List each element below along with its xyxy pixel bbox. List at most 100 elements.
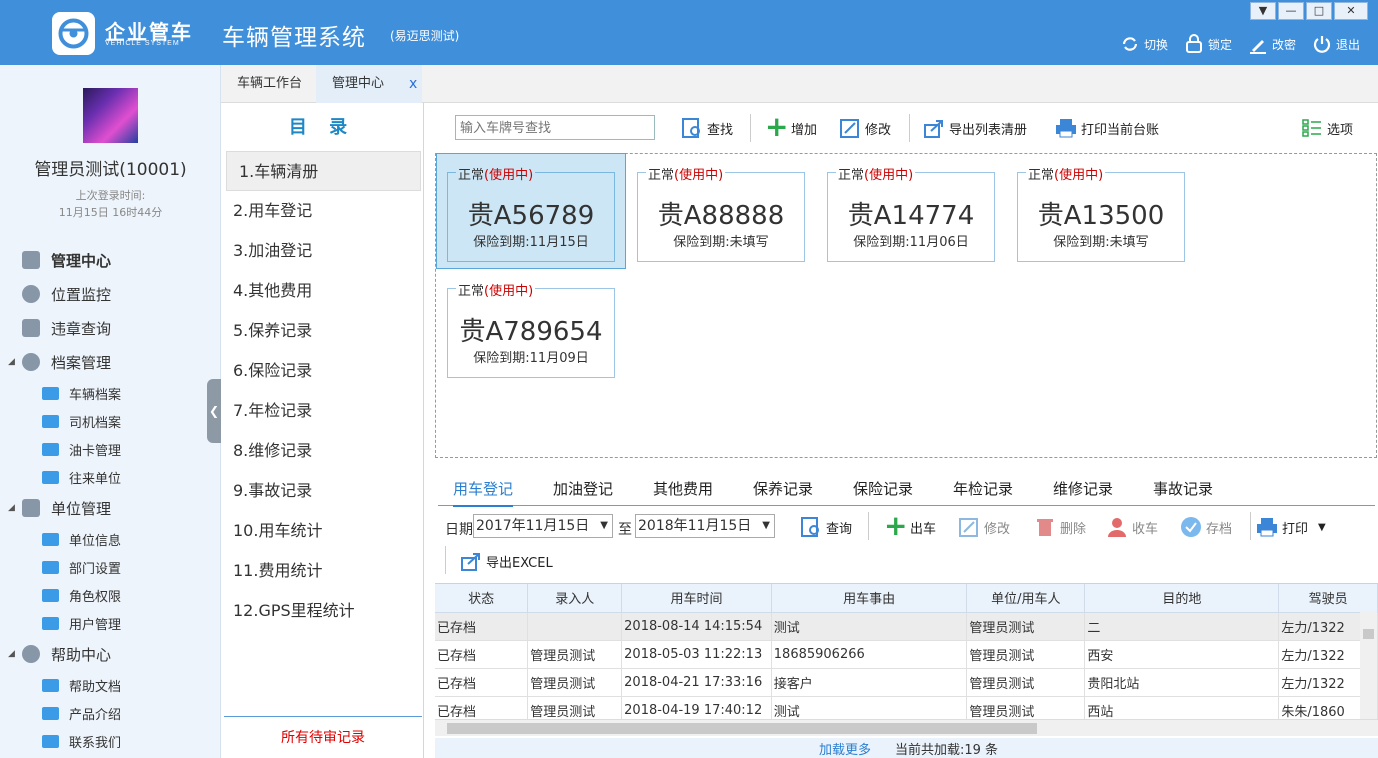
return-vehicle-button[interactable]: 收车 — [1106, 514, 1158, 540]
sidebar-item-partners[interactable]: 往来单位 — [0, 463, 221, 491]
load-more-link[interactable]: 加载更多 — [819, 739, 871, 758]
vehicle-insurance: 保险到期:未填写 — [1053, 235, 1149, 250]
table-row[interactable]: 已存档 2018-08-14 14:15:54 测试 管理员测试二左力/1322 — [435, 612, 1378, 641]
directory-item[interactable]: 10.用车统计 — [221, 511, 423, 551]
add-button[interactable]: + 增加 — [765, 113, 817, 143]
sidebar-group-unit[interactable]: ◢ 单位管理 — [0, 491, 221, 525]
directory-panel: 目 录 1.车辆清册 2.用车登记 3.加油登记 4.其他费用 5.保养记录 6… — [221, 103, 424, 758]
plate-search-input[interactable] — [455, 115, 655, 140]
sidebar-item-driver-archive[interactable]: 司机档案 — [0, 407, 221, 435]
directory-item[interactable]: 3.加油登记 — [221, 231, 423, 271]
directory-item[interactable]: 1.车辆清册 — [226, 151, 421, 191]
tab-other-fees[interactable]: 其他费用 — [653, 478, 713, 499]
record-edit-button[interactable]: 修改 — [958, 514, 1010, 540]
checkout-button[interactable]: + 出车 — [884, 509, 936, 542]
tab-workbench[interactable]: 车辆工作台 — [221, 65, 318, 103]
expand-arrow-icon: ◢ — [8, 357, 15, 367]
date-to-select[interactable]: 2018年11月15日 ▼ — [635, 514, 775, 538]
options-button[interactable]: 选项 — [1301, 113, 1353, 143]
lock-icon — [1184, 34, 1204, 54]
export-list-button[interactable]: 导出列表清册 — [923, 113, 1027, 143]
logout-button[interactable]: 退出 — [1312, 34, 1360, 54]
lock-button[interactable]: 锁定 — [1184, 34, 1232, 54]
maximize-button[interactable]: □ — [1306, 2, 1332, 20]
column-header[interactable]: 目的地 — [1084, 584, 1280, 613]
plus-icon: + — [884, 509, 908, 542]
sidebar-item-product[interactable]: 产品介绍 — [0, 699, 221, 727]
directory-item[interactable]: 11.费用统计 — [221, 551, 423, 591]
tab-insurance[interactable]: 保险记录 — [853, 478, 913, 499]
directory-item[interactable]: 12.GPS里程统计 — [221, 591, 423, 631]
minimize-button[interactable]: — — [1278, 2, 1304, 20]
edit-button[interactable]: 修改 — [839, 113, 891, 143]
sidebar-group-archive[interactable]: ◢ 档案管理 — [0, 345, 221, 379]
sidebar-item-roles[interactable]: 角色权限 — [0, 581, 221, 609]
system-title: 车辆管理系统 — [222, 25, 366, 51]
query-button[interactable]: 查询 — [800, 514, 852, 540]
table-row[interactable]: 已存档 管理员测试 2018-04-21 17:33:16 接客户 管理员测试 贵阳北站左… — [435, 668, 1378, 697]
sidebar-item-departments[interactable]: 部门设置 — [0, 553, 221, 581]
vehicle-card[interactable]: 正常(使用中) 贵A14774 保险到期:11月06日 — [827, 164, 995, 262]
directory-item[interactable]: 5.保养记录 — [221, 311, 423, 351]
sidebar-group-help[interactable]: ◢ 帮助中心 — [0, 637, 221, 671]
column-header[interactable]: 录入人 — [527, 584, 623, 613]
close-button[interactable]: ✕ — [1334, 2, 1368, 20]
column-header[interactable]: 驾驶员 — [1278, 584, 1378, 613]
sidebar-item-unit-info[interactable]: 单位信息 — [0, 525, 221, 553]
sidebar-item-help-docs[interactable]: 帮助文档 — [0, 671, 221, 699]
sidebar-item-fuel-card[interactable]: 油卡管理 — [0, 435, 221, 463]
directory-item[interactable]: 7.年检记录 — [221, 391, 423, 431]
column-header[interactable]: 单位/用车人 — [966, 584, 1086, 613]
vehicle-card[interactable]: 正常(使用中) 贵A56789 保险到期:11月15日 — [447, 164, 615, 262]
table-row[interactable]: 已存档 管理员测试 2018-04-19 17:40:12 测试 管理员测试 西站 朱朱/1… — [435, 696, 1378, 719]
vehicle-card[interactable]: 正常(使用中) 贵A789654 保险到期:11月09日 — [447, 280, 615, 378]
sidebar-item-users[interactable]: 用户管理 — [0, 609, 221, 637]
find-button[interactable]: 查找 — [681, 113, 733, 143]
tab-close-button[interactable]: x — [409, 76, 417, 92]
vehicle-plate: 贵A56789 — [467, 201, 595, 231]
table-row[interactable]: 已存档 管理员测试 2018-05-03 11:22:13 18685906266 管理… — [435, 640, 1378, 669]
tab-fuel-record[interactable]: 加油登记 — [553, 478, 613, 499]
tab-accident[interactable]: 事故记录 — [1153, 478, 1213, 499]
vehicle-card[interactable]: 正常(使用中) 贵A13500 保险到期:未填写 — [1017, 164, 1185, 262]
sidebar-collapse-handle[interactable]: ❮ — [207, 379, 221, 443]
chevron-down-icon: ▼ — [1318, 521, 1326, 533]
tab-usage-record[interactable]: 用车登记 — [453, 478, 514, 507]
sidebar-item-contact[interactable]: 联系我们 — [0, 727, 221, 755]
vehicle-inuse: (使用中) — [484, 168, 534, 183]
export-excel-button[interactable]: 导出EXCEL — [460, 548, 553, 574]
change-password-button[interactable]: 改密 — [1248, 34, 1296, 54]
sidebar-item-vehicle-archive[interactable]: 车辆档案 — [0, 379, 221, 407]
delete-button[interactable]: 删除 — [1034, 514, 1086, 540]
print-button[interactable]: 打印 ▼ — [1256, 514, 1326, 540]
tab-maintenance[interactable]: 保养记录 — [753, 478, 813, 499]
column-header[interactable]: 用车事由 — [771, 584, 968, 613]
archive-button[interactable]: 存档 — [1180, 514, 1232, 540]
pending-records-link[interactable]: 所有待审记录 — [224, 716, 422, 758]
scroll-thumb[interactable] — [1363, 629, 1374, 639]
system-subtitle: (易迈思测试) — [390, 29, 460, 43]
directory-item[interactable]: 4.其他费用 — [221, 271, 423, 311]
date-from-select[interactable]: 2017年11月15日 ▼ — [473, 514, 613, 538]
folder-icon — [42, 532, 59, 546]
horizontal-scrollbar[interactable] — [435, 719, 1378, 736]
print-ledger-button[interactable]: 打印当前台账 — [1055, 113, 1159, 143]
directory-item[interactable]: 8.维修记录 — [221, 431, 423, 471]
directory-item[interactable]: 9.事故记录 — [221, 471, 423, 511]
tab-repair[interactable]: 维修记录 — [1053, 478, 1113, 499]
sidebar-item-location[interactable]: 位置监控 — [0, 277, 221, 311]
sidebar-item-violation[interactable]: 违章查询 — [0, 311, 221, 345]
column-header[interactable]: 用车时间 — [621, 584, 772, 613]
dropdown-button[interactable]: ▼ — [1250, 2, 1276, 20]
tab-inspection[interactable]: 年检记录 — [953, 478, 1013, 499]
column-header[interactable]: 状态 — [435, 584, 529, 613]
tab-management[interactable]: 管理中心 — [316, 65, 422, 103]
scroll-thumb[interactable] — [447, 723, 1037, 734]
directory-item[interactable]: 2.用车登记 — [221, 191, 423, 231]
switch-button[interactable]: 切换 — [1120, 34, 1168, 54]
building-icon — [22, 499, 40, 517]
directory-item[interactable]: 6.保险记录 — [221, 351, 423, 391]
vehicle-card[interactable]: 正常(使用中) 贵A88888 保险到期:未填写 — [637, 164, 805, 262]
vertical-scrollbar[interactable] — [1360, 611, 1377, 719]
sidebar-item-management[interactable]: 管理中心 — [0, 243, 221, 277]
